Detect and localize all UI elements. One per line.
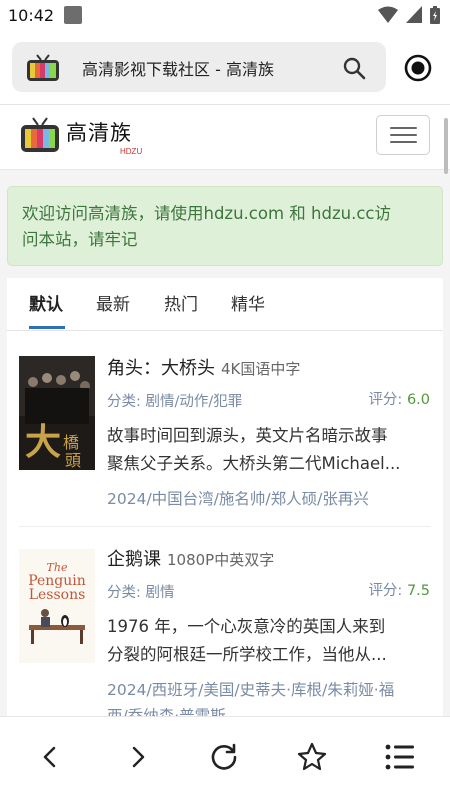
menu-bar-icon — [390, 134, 417, 136]
alert-line: 问本站，请牢记 — [22, 230, 138, 249]
movie-poster[interactable]: 大 橋 頭 — [19, 356, 95, 470]
site-logo-subtext: HDZU — [120, 147, 143, 156]
wifi-icon — [378, 6, 398, 23]
svg-text:頭: 頭 — [65, 451, 81, 470]
svg-text:Lessons: Lessons — [29, 587, 86, 603]
svg-text:大: 大 — [25, 421, 61, 463]
score-label: 评分: — [368, 392, 403, 408]
star-icon — [297, 742, 327, 771]
menu-bar-icon — [390, 127, 417, 129]
description-line: 聚焦父子关系。大桥头第二代Michael... — [107, 454, 401, 473]
tv-logo-icon[interactable] — [20, 117, 60, 153]
battery-icon — [430, 6, 440, 24]
bookmark-button[interactable] — [292, 737, 332, 777]
status-icons — [378, 6, 440, 24]
description-line: 1976 年，一个心灰意冷的英国人来到 — [107, 617, 386, 636]
movie-title-text[interactable]: 企鹅课 — [107, 549, 161, 570]
forward-button[interactable] — [118, 737, 158, 777]
movie-score: 评分: 7.5 — [368, 579, 430, 600]
movie-category: 分类: 剧情 — [107, 585, 175, 601]
content-card: 默认 最新 热门 精华 大 橋 頭 角头：大桥头 4K国语中字 分类: 剧情/动作… — [7, 278, 443, 725]
notification-icon — [64, 6, 82, 24]
tab-bar: 默认 最新 热门 精华 — [7, 278, 443, 331]
welcome-alert: 欢迎访问高清族，请使用hdzu.com 和 hdzu.cc访 问本站，请牢记 — [7, 186, 443, 266]
tab-default[interactable]: 默认 — [29, 290, 63, 315]
score-label: 评分: — [368, 583, 403, 599]
chevron-left-icon — [43, 746, 56, 768]
score-value: 6.0 — [406, 392, 430, 408]
quality-tag: 1080P中英双字 — [167, 551, 275, 569]
movie-category: 分类: 剧情/动作/犯罪 — [107, 394, 243, 410]
scrollbar[interactable] — [444, 118, 448, 174]
tab-latest[interactable]: 最新 — [96, 290, 130, 315]
menu-button[interactable] — [376, 115, 430, 155]
page-title-text: 高清影视下载社区 - 高清族 — [82, 60, 274, 79]
movie-poster[interactable]: The Penguin Lessons — [19, 549, 95, 663]
reload-button[interactable] — [204, 737, 244, 777]
movie-title-text[interactable]: 角头：大桥头 — [107, 358, 215, 379]
back-button[interactable] — [30, 737, 70, 777]
browser-bottom-nav — [0, 716, 450, 800]
quality-tag: 4K国语中字 — [221, 360, 301, 378]
movie-description: 1976 年，一个心灰意冷的英国人来到 分裂的阿根廷一所学校工作，当他从... — [107, 613, 431, 669]
chevron-right-icon — [132, 746, 145, 768]
description-line: 故事时间回到源头，英文片名暗示故事 — [107, 426, 388, 445]
browser-toolbar: 高清影视下载社区 - 高清族 — [0, 32, 450, 104]
tags-line[interactable]: 2024/中国台湾/施名帅/郑人硕/张再兴 — [107, 486, 431, 512]
active-tab-indicator — [29, 326, 65, 329]
status-time: 10:42 — [8, 6, 55, 25]
tab-featured[interactable]: 精华 — [231, 290, 265, 315]
site-logo-text[interactable]: 高清族 — [66, 117, 132, 147]
site-header: 高清族 HDZU — [0, 105, 450, 170]
movie-tags[interactable]: 2024/中国台湾/施名帅/郑人硕/张再兴 — [107, 486, 431, 512]
menu-bar-icon — [390, 141, 417, 143]
address-bar[interactable]: 高清影视下载社区 - 高清族 — [12, 42, 386, 92]
svg-text:橋: 橋 — [63, 433, 79, 452]
description-line: 分裂的阿根廷一所学校工作，当他从... — [107, 645, 387, 664]
movie-title[interactable]: 企鹅课 1080P中英双字 — [107, 545, 274, 571]
movie-title[interactable]: 角头：大桥头 4K国语中字 — [107, 354, 300, 380]
record-icon[interactable] — [402, 52, 434, 84]
tv-favicon-icon — [27, 54, 59, 81]
menu-list-button[interactable] — [380, 737, 420, 777]
movie-score: 评分: 6.0 — [368, 388, 430, 409]
status-bar: 10:42 — [0, 0, 450, 32]
score-value: 7.5 — [406, 583, 430, 599]
reload-icon — [211, 743, 237, 770]
item-divider — [19, 526, 431, 527]
tab-hot[interactable]: 热门 — [164, 290, 198, 315]
signal-icon — [406, 6, 422, 23]
movie-description: 故事时间回到源头，英文片名暗示故事 聚焦父子关系。大桥头第二代Michael..… — [107, 422, 431, 478]
tags-line[interactable]: 2024/西班牙/美国/史蒂夫·库根/朱莉娅·福 — [107, 677, 431, 703]
list-menu-icon — [385, 744, 414, 770]
search-icon[interactable] — [342, 56, 366, 80]
alert-line: 欢迎访问高清族，请使用hdzu.com 和 hdzu.cc访 — [22, 204, 391, 223]
